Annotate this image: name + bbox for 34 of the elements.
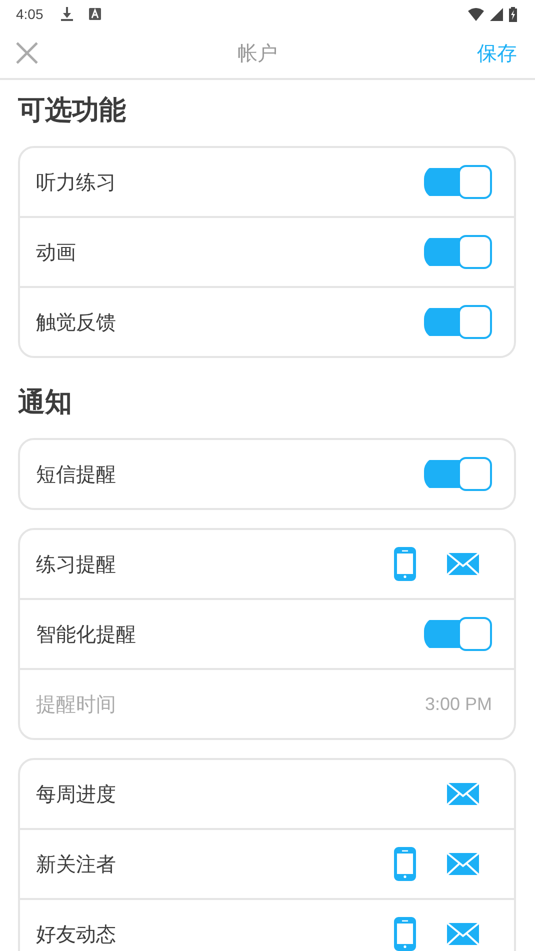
save-button[interactable]: 保存 xyxy=(477,40,517,66)
setting-label: 触觉反馈 xyxy=(36,308,117,336)
battery-icon xyxy=(509,6,517,22)
close-button[interactable] xyxy=(16,42,38,64)
setting-label: 短信提醒 xyxy=(36,460,117,488)
toggle-switch[interactable] xyxy=(424,457,492,491)
signal-icon xyxy=(490,8,503,20)
wifi-icon xyxy=(468,8,484,20)
setting-label: 听力练习 xyxy=(36,168,117,196)
section-title: 可选功能 xyxy=(18,94,127,128)
mail-icon[interactable] xyxy=(447,783,479,805)
setting-label: 练习提醒 xyxy=(36,550,117,578)
setting-label: 每周进度 xyxy=(36,780,117,808)
phone-icon[interactable] xyxy=(394,917,416,951)
toggle-switch[interactable] xyxy=(424,305,492,339)
setting-label: 好友动态 xyxy=(36,920,117,948)
toggle-switch[interactable] xyxy=(424,165,492,199)
setting-label: 新关注者 xyxy=(36,850,117,878)
mail-icon[interactable] xyxy=(447,853,479,875)
setting-label: 提醒时间 xyxy=(36,690,117,718)
phone-icon[interactable] xyxy=(394,847,416,881)
toggle-switch[interactable] xyxy=(424,617,492,651)
time-value[interactable]: 3:00 PM xyxy=(424,694,492,714)
phone-icon[interactable] xyxy=(394,547,416,581)
download-icon xyxy=(61,7,74,21)
toggle-switch[interactable] xyxy=(424,235,492,269)
header-title: 帐户 xyxy=(236,40,278,66)
setting-label: 动画 xyxy=(36,238,77,266)
text-box-icon xyxy=(89,8,102,20)
status-time: 4:05 xyxy=(16,6,44,22)
section-title: 通知 xyxy=(18,386,73,420)
mail-icon[interactable] xyxy=(447,553,479,575)
setting-label: 智能化提醒 xyxy=(36,620,137,648)
mail-icon[interactable] xyxy=(447,923,479,945)
